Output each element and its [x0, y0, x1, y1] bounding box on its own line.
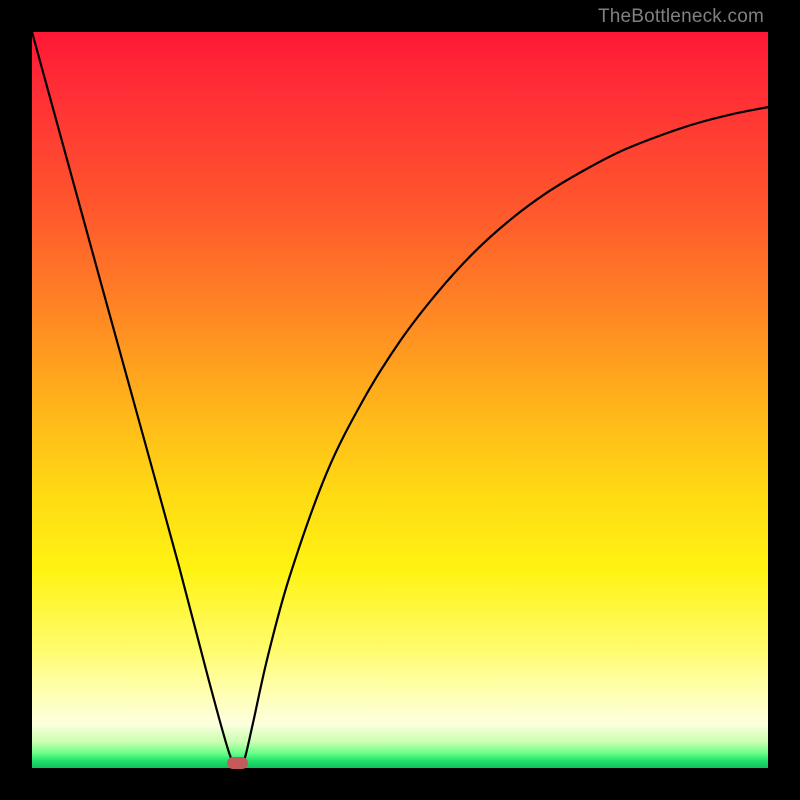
chart-frame: TheBottleneck.com — [0, 0, 800, 800]
curve-svg — [32, 32, 768, 768]
min-marker — [227, 757, 248, 769]
watermark-text: TheBottleneck.com — [598, 6, 764, 28]
bottleneck-curve — [32, 32, 768, 766]
plot-area — [32, 32, 768, 768]
